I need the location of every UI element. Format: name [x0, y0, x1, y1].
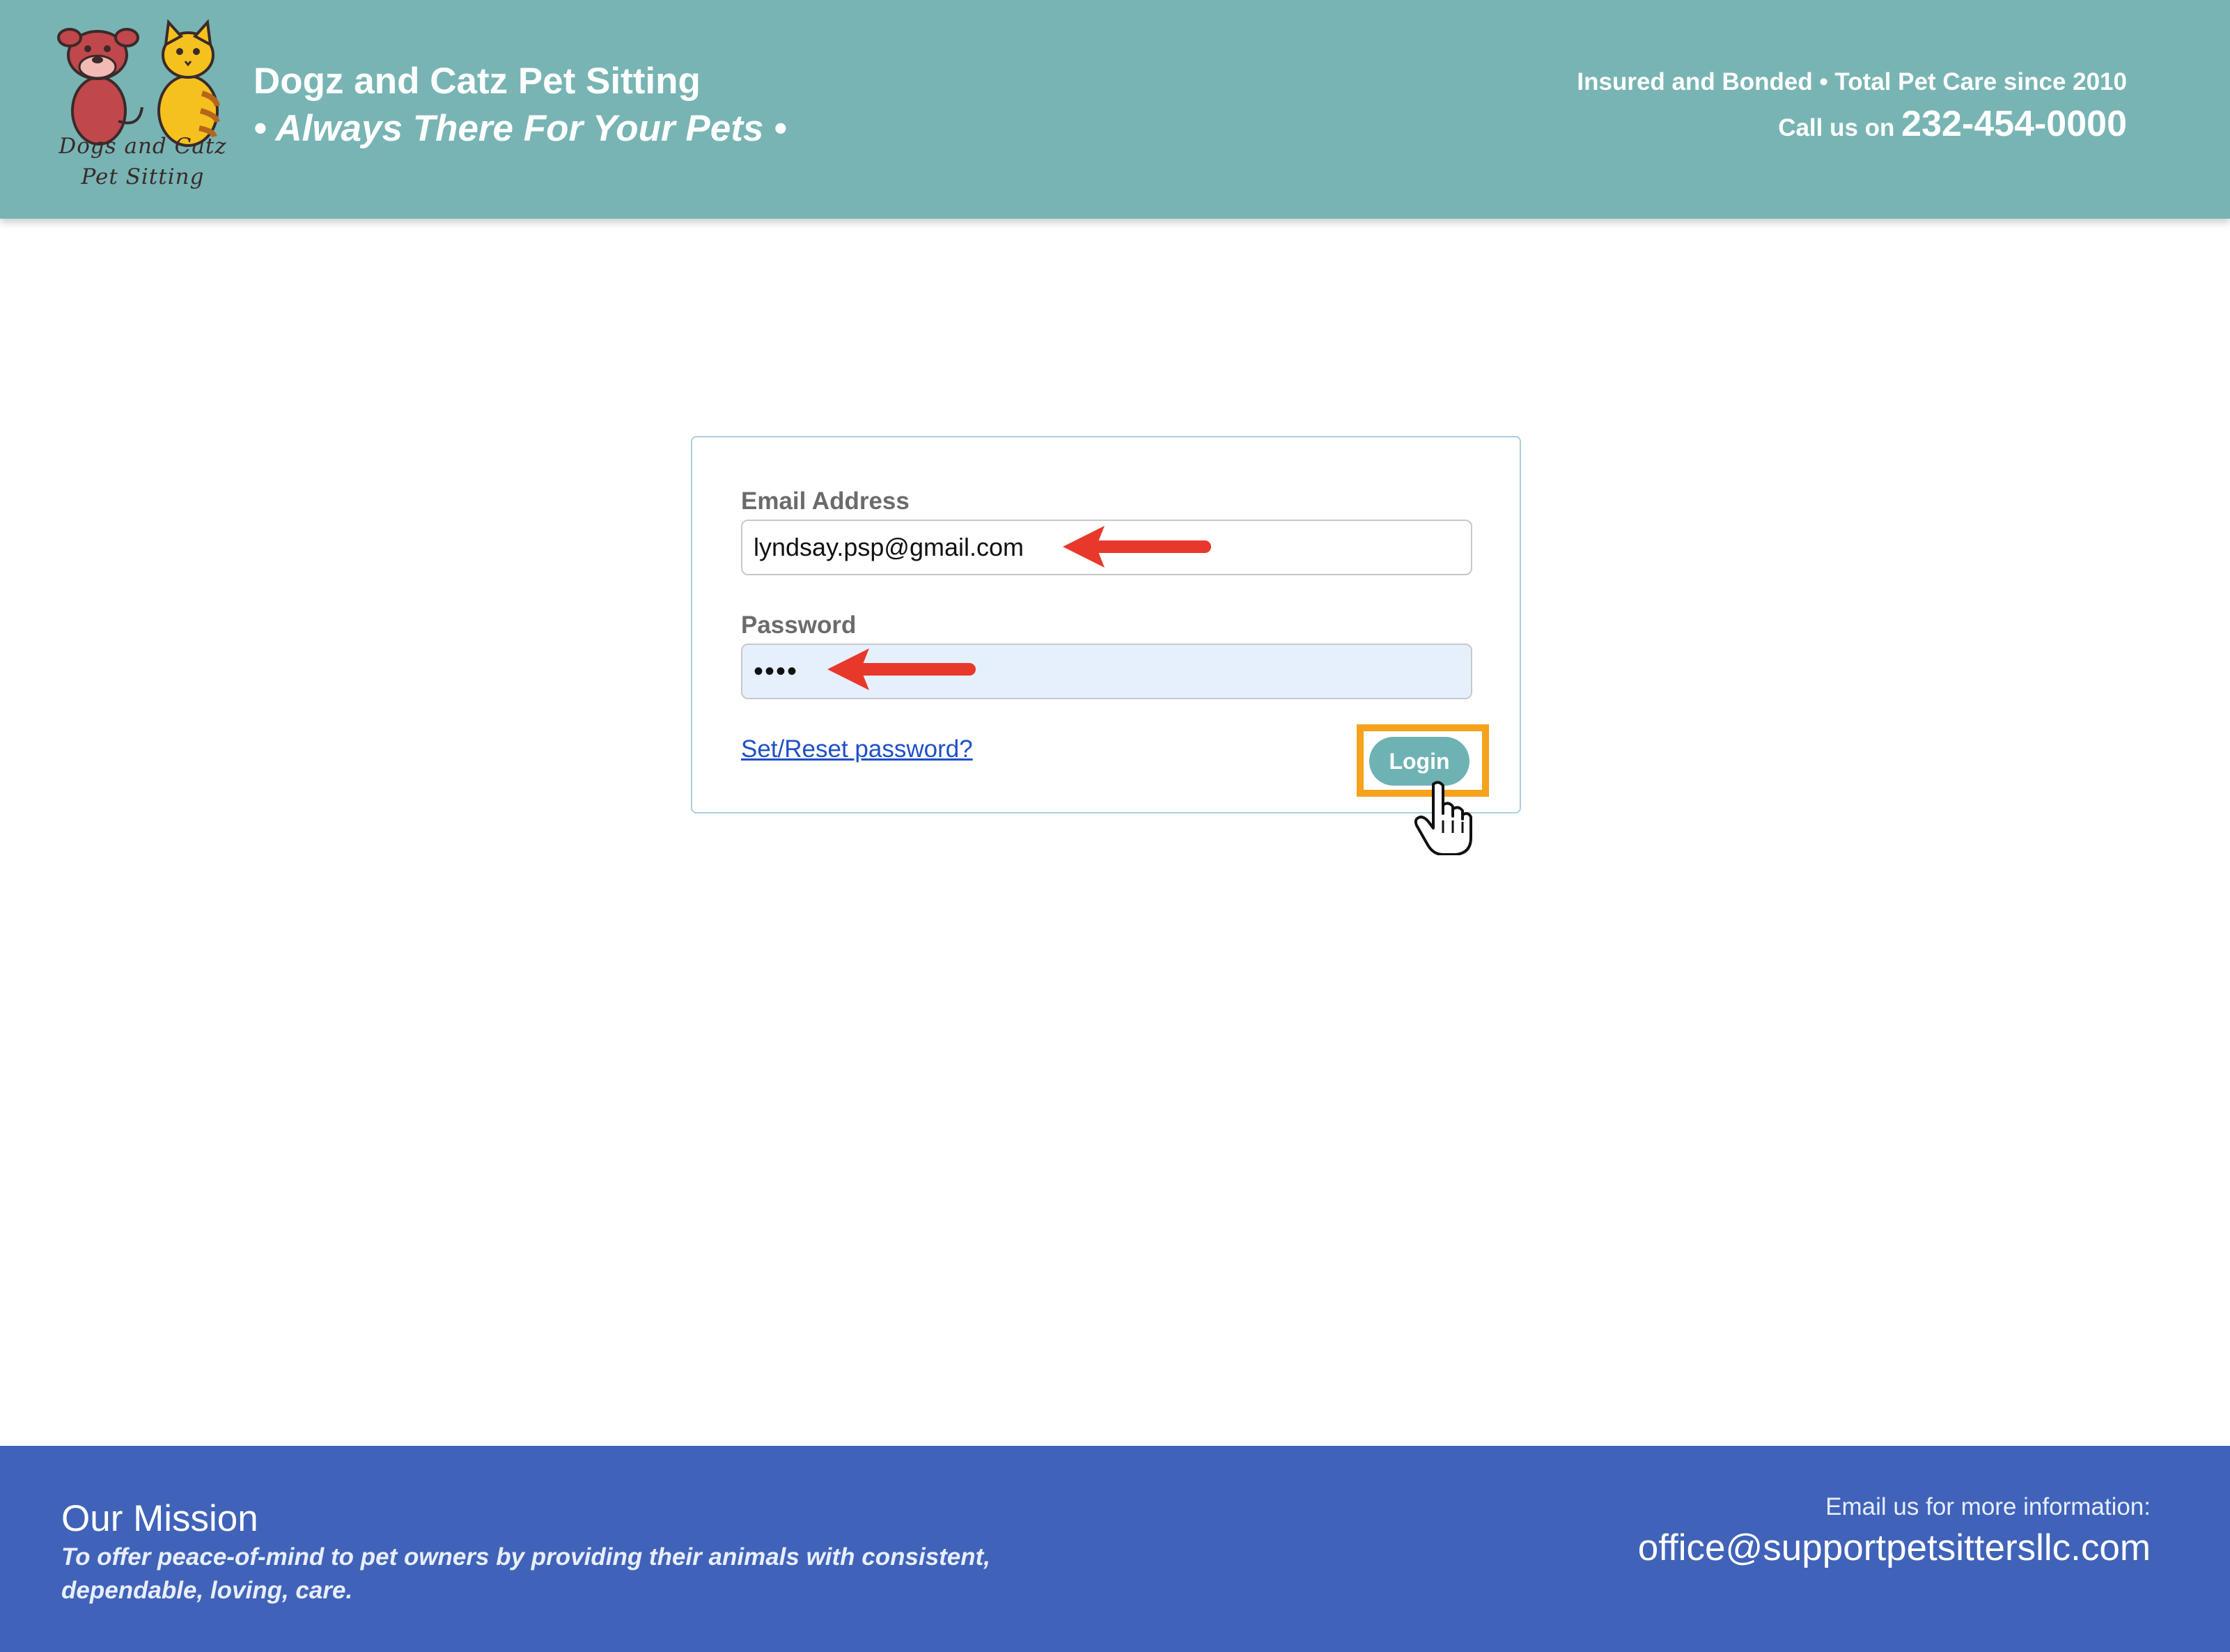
red-arrow-icon: [827, 648, 976, 690]
mission-title: Our Mission: [61, 1498, 258, 1539]
logo-text-line2: Pet Sitting: [81, 164, 205, 189]
site-footer: Our Mission To offer peace-of-mind to pe…: [0, 1446, 2230, 1652]
call-line: Call us on 232-454-0000: [1577, 103, 2127, 145]
phone-number[interactable]: 232-454-0000: [1901, 104, 2127, 144]
brand-tagline: • Always There For Your Pets •: [254, 108, 787, 149]
site-header: Dogs and Catz Pet Sitting Dogz and Catz …: [0, 0, 2230, 219]
contact-email-link[interactable]: office@supportpetsittersllc.com: [1638, 1527, 2151, 1569]
logo-text-line1: Dogs and Catz: [59, 134, 227, 159]
call-prefix: Call us on: [1778, 114, 1902, 141]
login-panel: Email Address lyndsay.psp@gmail.com Pass…: [691, 436, 1521, 855]
reset-password-link[interactable]: Set/Reset password?: [741, 735, 973, 763]
brand-title: Dogz and Catz Pet Sitting: [254, 61, 701, 102]
email-label: Email Address: [741, 488, 910, 515]
password-label: Password: [741, 611, 857, 639]
contact-label: Email us for more information:: [1825, 1493, 2151, 1520]
dog-cat-logo[interactable]: Dogs and Catz Pet Sitting: [49, 17, 237, 198]
mission-text: To offer peace-of-mind to pet owners by …: [61, 1543, 991, 1604]
hand-pointer-icon: [1414, 781, 1472, 855]
insured-line: Insured and Bonded • Total Pet Care sinc…: [1577, 68, 2127, 95]
red-arrow-icon: [1063, 526, 1211, 568]
header-contact: Insured and Bonded • Total Pet Care sinc…: [1577, 68, 2127, 145]
